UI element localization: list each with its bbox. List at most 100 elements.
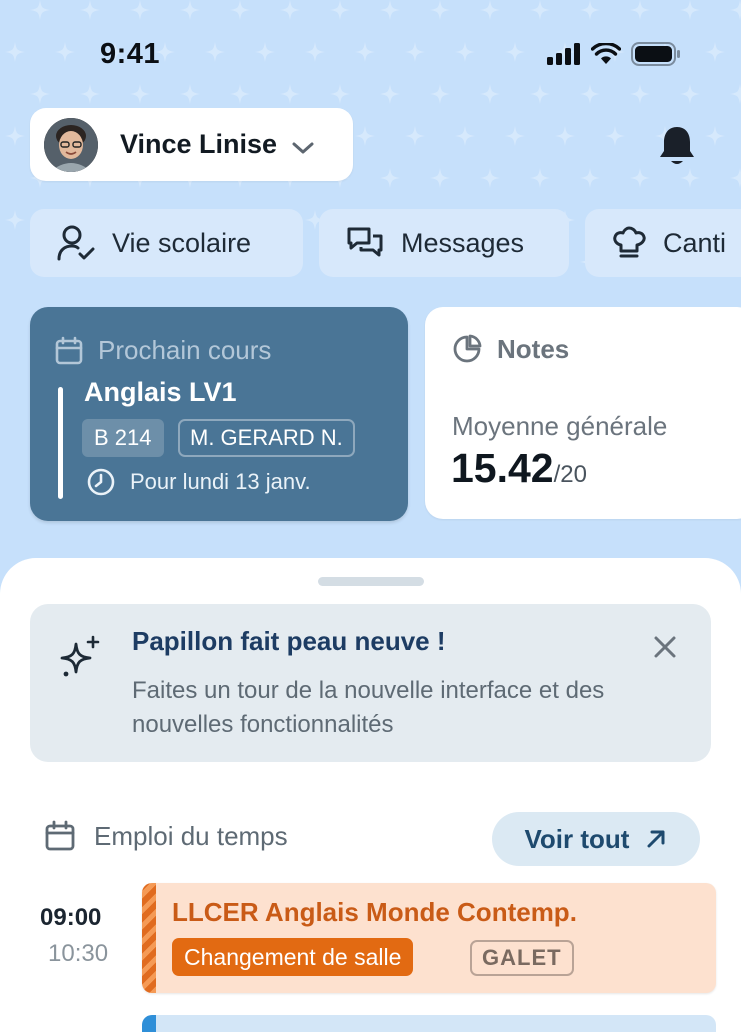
banner-title: Papillon fait peau neuve !	[132, 626, 446, 656]
background-star	[305, 42, 325, 62]
lesson-card[interactable]	[142, 1015, 716, 1032]
arrow-up-right-icon	[647, 830, 665, 848]
background-star	[355, 42, 375, 62]
course-color-bar	[58, 387, 63, 499]
background-star	[530, 0, 550, 20]
calendar-icon	[45, 820, 75, 851]
background-star	[430, 168, 450, 188]
background-star	[180, 0, 200, 20]
background-star	[405, 126, 425, 146]
background-star	[30, 0, 50, 20]
notes-card[interactable]: Notes Moyenne générale 15.42/20	[425, 307, 741, 519]
background-star	[80, 0, 100, 20]
chef-hat-icon	[613, 226, 646, 258]
chevron-down-icon	[292, 142, 314, 153]
background-star	[730, 84, 741, 104]
background-star	[430, 84, 450, 104]
calendar-icon	[55, 336, 83, 364]
background-star	[230, 84, 250, 104]
background-star	[430, 0, 450, 20]
lesson-end-time: 10:30	[48, 940, 109, 967]
background-star	[205, 42, 225, 62]
background-star	[455, 42, 475, 62]
background-star	[330, 0, 350, 20]
background-star	[480, 0, 500, 20]
quick-action-label: Canti	[663, 227, 727, 258]
profile-selector[interactable]: Vince Linise	[30, 108, 353, 181]
background-star	[630, 0, 650, 20]
lesson-card[interactable]: LLCER Anglais Monde Contemp. Changement …	[142, 883, 716, 993]
background-star	[505, 42, 525, 62]
course-teacher-badge: M. GERARD N.	[178, 419, 355, 457]
background-star	[355, 126, 375, 146]
background-star	[380, 0, 400, 20]
average-label: Moyenne générale	[452, 411, 668, 441]
bottom-sheet: Papillon fait peau neuve ! Faites un tou…	[0, 558, 741, 1032]
background-star	[455, 126, 475, 146]
status-bar-time: 9:41	[100, 38, 161, 70]
see-all-button[interactable]: Voir tout	[492, 812, 700, 866]
wifi-icon	[591, 43, 621, 64]
background-star	[580, 84, 600, 104]
background-star	[5, 126, 25, 146]
background-star	[280, 84, 300, 104]
background-star	[680, 84, 700, 104]
pie-chart-icon	[453, 334, 482, 363]
background-star	[180, 84, 200, 104]
see-all-label: Voir tout	[524, 823, 630, 854]
lesson-start-time: 09:00	[40, 904, 102, 931]
average-number: 15.42	[451, 445, 554, 491]
background-star	[5, 210, 25, 230]
timetable-title: Emploi du temps	[94, 820, 288, 851]
background-star	[730, 0, 741, 20]
next-course-title: Prochain cours	[98, 335, 272, 365]
course-when: Pour lundi 13 janv.	[86, 467, 311, 497]
background-star	[30, 84, 50, 104]
background-star	[630, 168, 650, 188]
background-star	[480, 84, 500, 104]
lesson-status-badge: Changement de salle	[172, 938, 414, 976]
background-star	[505, 126, 525, 146]
quick-action-messages[interactable]: Messages	[319, 209, 569, 277]
next-course-header: Prochain cours	[54, 335, 271, 366]
lesson-color-stripe	[142, 1015, 156, 1032]
background-star	[330, 84, 350, 104]
background-star	[130, 84, 150, 104]
notification-bell-icon[interactable]	[657, 124, 697, 168]
background-star	[480, 168, 500, 188]
background-star	[605, 126, 625, 146]
timetable-section-title: Emploi du temps	[44, 820, 288, 852]
lesson-room-badge: GALET	[470, 940, 574, 976]
background-star	[530, 84, 550, 104]
notes-title: Notes	[497, 333, 570, 364]
background-star	[680, 0, 700, 20]
background-star	[130, 0, 150, 20]
status-bar-icons	[547, 42, 681, 66]
lesson-status-stripe	[142, 883, 156, 993]
background-star	[380, 84, 400, 104]
background-star	[580, 0, 600, 20]
background-star	[680, 168, 700, 188]
average-value: 15.42/20	[451, 445, 587, 492]
next-course-card[interactable]: Prochain cours Anglais LV1 B 214 M. GERA…	[30, 307, 408, 521]
update-banner[interactable]: Papillon fait peau neuve ! Faites un tou…	[30, 604, 711, 762]
sheet-drag-handle[interactable]	[318, 577, 424, 586]
background-star	[730, 168, 741, 188]
cellular-signal-icon	[547, 43, 580, 65]
course-date: Pour lundi 13 janv.	[130, 469, 311, 494]
avatar	[44, 117, 98, 172]
course-subject: Anglais LV1	[84, 377, 237, 407]
background-star	[5, 42, 25, 62]
background-star	[630, 84, 650, 104]
quick-action-cantine[interactable]: Canti	[585, 209, 741, 277]
lesson-subject: LLCER Anglais Monde Contemp.	[172, 897, 577, 927]
background-star	[580, 168, 600, 188]
close-icon[interactable]	[652, 634, 678, 660]
user-check-icon	[57, 225, 95, 261]
sparkles-icon	[60, 635, 100, 677]
notes-header: Notes	[451, 333, 569, 365]
background-star	[530, 168, 550, 188]
clock-icon	[87, 468, 115, 496]
quick-action-label: Vie scolaire	[112, 227, 252, 258]
quick-action-vie-scolaire[interactable]: Vie scolaire	[30, 209, 303, 277]
